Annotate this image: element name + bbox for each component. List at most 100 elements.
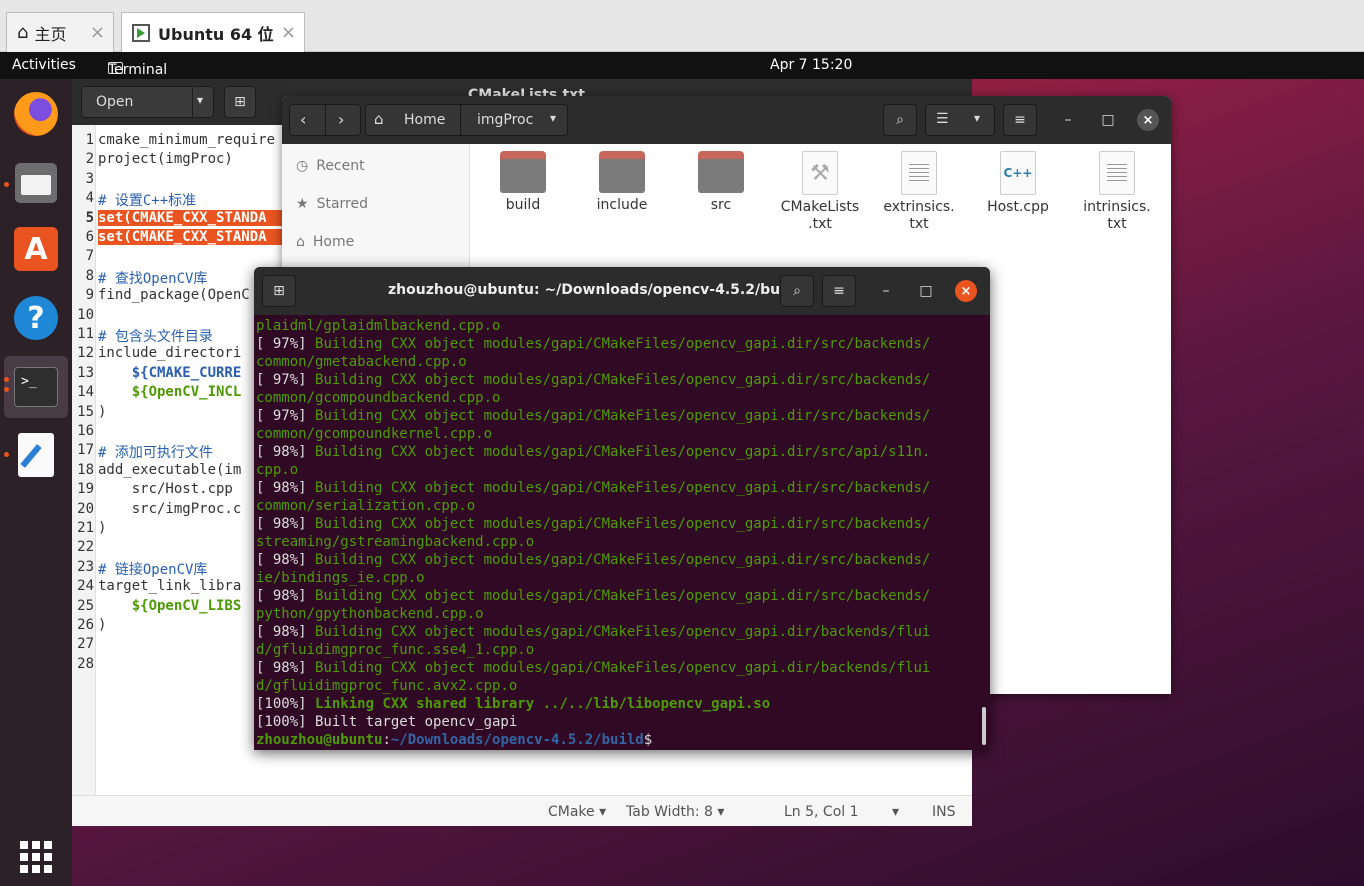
terminal-output[interactable]: plaidml/gplaidmlbackend.cpp.o[ 97%] Buil… <box>256 317 976 749</box>
file-item-include[interactable]: include <box>577 151 667 214</box>
progress-text: [ 98%] <box>256 660 316 676</box>
file-item-cmakelists[interactable]: ⚒ CMakeLists .txt <box>775 151 865 233</box>
code-line: 4 # 设置C++标准 <box>72 190 197 210</box>
log-line: [ 97%] Building CXX object modules/gapi/… <box>256 335 976 353</box>
vm-tab-home[interactable]: ⌂ 主页 × <box>6 12 114 52</box>
text-editor-icon[interactable] <box>12 431 60 479</box>
line-number: 14 <box>77 384 94 401</box>
code-line: 24 target_link_libra <box>72 578 241 598</box>
firefox-icon[interactable] <box>12 90 60 138</box>
log-line: [ 98%] Building CXX object modules/gapi/… <box>256 551 976 569</box>
prompt-path: ~/Downloads/opencv-4.5.2/build <box>390 732 644 748</box>
build-log: plaidml/gplaidmlbackend.cpp.o[ 97%] Buil… <box>256 317 976 695</box>
terminal-icon[interactable]: >_ <box>12 363 60 411</box>
line-number: 26 <box>77 617 94 633</box>
vm-tab-ubuntu[interactable]: Ubuntu 64 位 × <box>121 12 305 52</box>
progress-text: [ 97%] <box>256 408 316 424</box>
nav-buttons: ‹ › <box>289 104 361 136</box>
activities-button[interactable]: Activities <box>12 57 76 73</box>
line-number: 7 <box>85 248 94 265</box>
search-button[interactable]: ⌕ <box>780 275 814 307</box>
new-tab-button[interactable]: ⊞ <box>262 275 296 307</box>
close-button[interactable]: × <box>1137 109 1159 131</box>
prompt-colon: : <box>382 732 391 748</box>
back-button[interactable]: ‹ <box>300 110 306 129</box>
show-applications-icon[interactable] <box>20 841 52 873</box>
code-line: 11 # 包含头文件目录 <box>72 326 213 346</box>
code-text: src/Host.cpp <box>98 481 233 498</box>
prompt-symbol: $ <box>643 732 653 748</box>
code-text: find_package(OpenC <box>98 287 250 304</box>
code-line: 12 include_directori <box>72 345 241 365</box>
running-indicator <box>4 377 9 382</box>
sidebar-item-recent[interactable]: ◷ Recent <box>296 158 365 174</box>
file-item-intrinsics[interactable]: intrinsics. txt <box>1072 151 1162 233</box>
chevron-down-icon: ▾ <box>974 111 981 125</box>
files-icon[interactable] <box>12 159 60 207</box>
sidebar-item-starred[interactable]: ★ Starred <box>296 196 368 212</box>
maximize-button[interactable]: □ <box>916 281 936 301</box>
log-text: Building CXX object modules/gapi/CMakeFi… <box>315 588 931 604</box>
file-item-extrinsics[interactable]: extrinsics. txt <box>874 151 964 233</box>
menu-button[interactable]: ≡ <box>822 275 856 307</box>
star-icon: ★ <box>296 196 309 212</box>
file-item-src[interactable]: src <box>676 151 766 214</box>
maximize-button[interactable]: □ <box>1098 110 1118 130</box>
file-item-build[interactable]: build <box>478 151 568 214</box>
chevron-down-icon: ▾ <box>196 93 203 107</box>
code-text: target_link_libra <box>98 578 242 595</box>
forward-button[interactable]: › <box>338 110 344 129</box>
new-tab-button[interactable]: ⊞ <box>224 86 256 118</box>
cursor-position[interactable]: Ln 5, Col 1 <box>784 804 859 820</box>
file-item-host[interactable]: C++ Host.cpp <box>973 151 1063 216</box>
chevron-down-icon[interactable]: ▾ <box>550 111 556 125</box>
progress-text: [ 98%] <box>256 588 316 604</box>
code-line: 9 find_package(OpenC <box>72 287 250 307</box>
cmake-file-icon: ⚒ <box>802 151 838 195</box>
minimize-button[interactable]: – <box>1058 110 1078 130</box>
clock[interactable]: Apr 7 15:20 <box>770 57 852 73</box>
view-options[interactable]: ☰ ▾ <box>925 104 995 136</box>
hamburger-icon: ≡ <box>1014 112 1026 128</box>
progress-text: [ 98%] <box>256 552 316 568</box>
code-line: 18 add_executable(im <box>72 462 241 482</box>
log-text: Building CXX object modules/gapi/CMakeFi… <box>315 372 931 388</box>
terminal-headerbar: ⊞ zhouzhou@ubuntu: ~/Downloads/opencv-4.… <box>254 267 990 315</box>
close-icon[interactable]: × <box>281 22 296 43</box>
prompt-line: zhouzhou@ubuntu:~/Downloads/opencv-4.5.2… <box>256 731 976 749</box>
path-bar: ⌂ Home imgProc ▾ <box>365 104 568 136</box>
list-view-icon: ☰ <box>936 111 949 127</box>
search-button[interactable]: ⌕ <box>883 104 917 136</box>
sidebar-item-home[interactable]: ⌂ Home <box>296 234 354 250</box>
scrollbar[interactable] <box>982 707 986 745</box>
minimize-button[interactable]: – <box>876 281 896 301</box>
log-line: [ 98%] Building CXX object modules/gapi/… <box>256 515 976 533</box>
open-label: Open <box>96 94 134 110</box>
log-text: Building CXX object modules/gapi/CMakeFi… <box>315 552 931 568</box>
code-line: 2 project(imgProc) <box>72 151 233 171</box>
help-icon[interactable]: ? <box>12 294 60 342</box>
progress-text: [100%] <box>256 696 316 712</box>
search-icon: ⌕ <box>793 283 801 299</box>
close-button[interactable]: × <box>955 280 977 302</box>
language-selector[interactable]: CMake ▾ <box>548 804 606 820</box>
line-number: 20 <box>77 500 94 517</box>
line-number: 12 <box>77 345 94 362</box>
line-number: 5 <box>85 209 94 226</box>
line-number: 13 <box>77 364 94 381</box>
open-button[interactable]: Open ▾ <box>81 86 214 118</box>
new-tab-icon: ⊞ <box>234 94 246 110</box>
tab-width-selector[interactable]: Tab Width: 8 ▾ <box>626 804 724 820</box>
vm-icon <box>132 23 150 42</box>
code-line: 17 # 添加可执行文件 <box>72 442 213 462</box>
code-line: 13 ${CMAKE_CURRE <box>72 364 241 385</box>
menu-button[interactable]: ≡ <box>1003 104 1037 136</box>
close-icon[interactable]: × <box>90 22 105 43</box>
code-text: # 设置C++标准 <box>98 193 197 210</box>
chevron-down-icon[interactable]: ▾ <box>892 804 899 820</box>
progress-text: [ 98%] <box>256 516 316 532</box>
path-imgproc[interactable]: imgProc <box>477 112 533 128</box>
folder-icon <box>698 151 744 193</box>
software-icon[interactable]: A <box>12 225 60 273</box>
path-home[interactable]: Home <box>404 112 445 128</box>
